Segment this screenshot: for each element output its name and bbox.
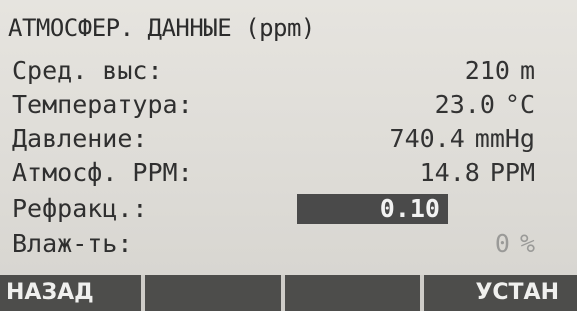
mean-height-unit: m	[519, 56, 535, 85]
mean-height-label: Сред. выс:	[12, 56, 163, 85]
set-button[interactable]: УСТАН	[423, 275, 577, 311]
refraction-label: Рефракц.:	[12, 194, 148, 223]
row-atmos-ppm: Атмосф. PPM: 14.8 PPM	[0, 156, 577, 190]
temperature-number: 23.0	[434, 90, 495, 119]
atmos-ppm-label: Атмосф. PPM:	[12, 158, 193, 187]
humidity-label: Влаж-ть:	[12, 229, 133, 258]
softkey-bar: НАЗАД УСТАН	[0, 275, 577, 311]
pressure-label: Давление:	[12, 124, 148, 153]
atmos-ppm-number: 14.8	[419, 158, 480, 187]
back-button[interactable]: НАЗАД	[0, 275, 142, 311]
humidity-number: 0	[494, 229, 510, 258]
row-mean-height[interactable]: Сред. выс: 210 m	[0, 54, 577, 88]
temperature-value: 23.0 °C	[435, 90, 535, 119]
pressure-value: 740.4 mmHg	[390, 124, 535, 153]
softkey-f3[interactable]	[284, 275, 420, 311]
temperature-unit: °C	[504, 90, 535, 119]
atmos-ppm-value: 14.8 PPM	[420, 158, 535, 187]
humidity-value: 0%	[495, 229, 535, 258]
humidity-unit: %	[519, 229, 535, 258]
refraction-input-value: 0.10	[379, 194, 440, 223]
temperature-label: Температура:	[12, 90, 193, 119]
mean-height-value: 210 m	[465, 56, 535, 85]
row-refraction[interactable]: Рефракц.: 0.10	[0, 192, 577, 226]
softkey-f2[interactable]	[145, 275, 281, 311]
pressure-unit: mmHg	[474, 124, 535, 153]
row-pressure[interactable]: Давление: 740.4 mmHg	[0, 122, 577, 156]
pressure-number: 740.4	[389, 124, 465, 153]
row-temperature[interactable]: Температура: 23.0 °C	[0, 88, 577, 122]
mean-height-number: 210	[464, 56, 510, 85]
atmos-ppm-unit: PPM	[489, 158, 535, 187]
instrument-screen: АТМОСФЕР. ДАННЫЕ (ppm) Сред. выс: 210 m Т…	[0, 0, 577, 311]
screen-title: АТМОСФЕР. ДАННЫЕ (ppm)	[8, 14, 315, 42]
refraction-input[interactable]: 0.10	[297, 194, 448, 224]
row-humidity[interactable]: Влаж-ть: 0%	[0, 227, 577, 261]
